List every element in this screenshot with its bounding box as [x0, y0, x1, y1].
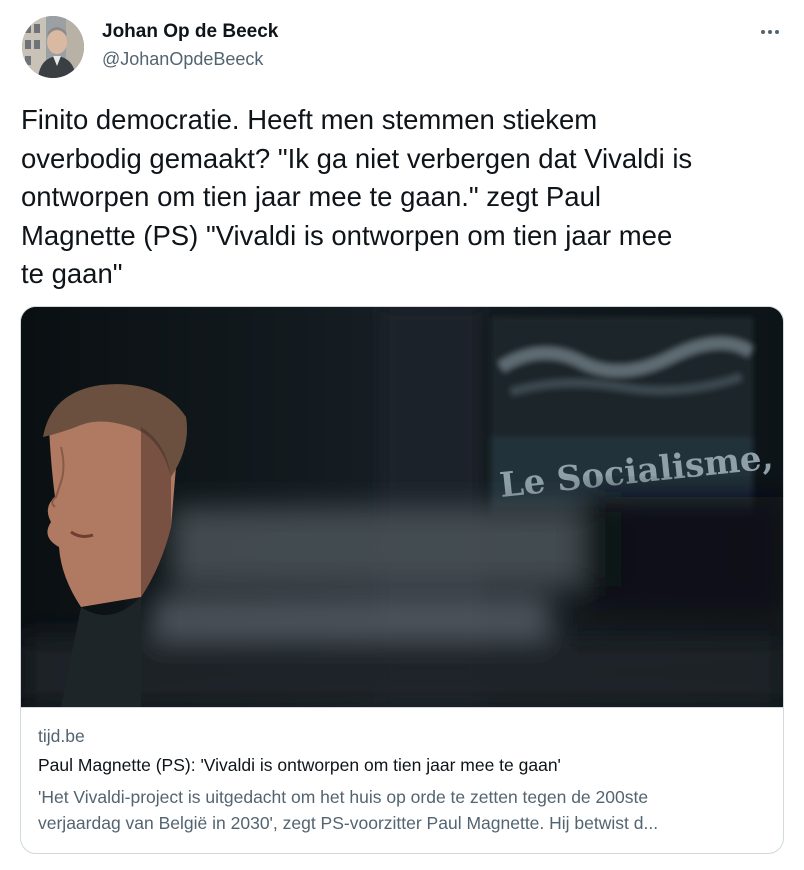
- more-options-button[interactable]: [752, 20, 788, 44]
- tweet-text-line: overbodig gemaakt? "Ik ga niet verbergen…: [21, 142, 693, 174]
- author-name[interactable]: Johan Op de Beeck: [102, 21, 278, 43]
- tweet-text-line: ontworpen om tien jaar mee te gaan." zeg…: [21, 181, 601, 212]
- tweet-text: Finito democratie. Heeft men stemmen sti…: [21, 101, 791, 294]
- tweet: Johan Op de Beeck @JohanOpdeBeeck Finito…: [0, 0, 804, 870]
- photo-magnette-image: Le Socialisme,: [21, 307, 783, 707]
- dot: [775, 30, 779, 34]
- author-avatar[interactable]: [22, 16, 84, 78]
- link-description: 'Het Vivaldi-project is uitgedacht om he…: [38, 784, 768, 836]
- dot: [761, 30, 765, 34]
- tweet-text-line: te gaan": [21, 258, 123, 289]
- card-divider: [21, 707, 783, 708]
- profile-photo-icon: [22, 16, 84, 78]
- link-preview-card[interactable]: Le Socialisme, tijd.be Paul Magnette (PS…: [20, 306, 784, 854]
- link-description-line: 'Het Vivaldi-project is uitgedacht om he…: [38, 787, 649, 807]
- author-handle[interactable]: @JohanOpdeBeeck: [102, 49, 263, 70]
- tweet-text-line: Magnette (PS) "Vivaldi is ontworpen om t…: [21, 219, 673, 251]
- tweet-text-line: Finito democratie. Heeft men stemmen sti…: [21, 104, 598, 135]
- dot: [768, 30, 772, 34]
- link-title: Paul Magnette (PS): 'Vivaldi is ontworpe…: [38, 755, 561, 775]
- link-domain: tijd.be: [38, 726, 85, 746]
- link-preview-image[interactable]: Le Socialisme,: [21, 307, 783, 707]
- link-description-line: verjaardag van België in 2030', zegt PS-…: [38, 813, 659, 833]
